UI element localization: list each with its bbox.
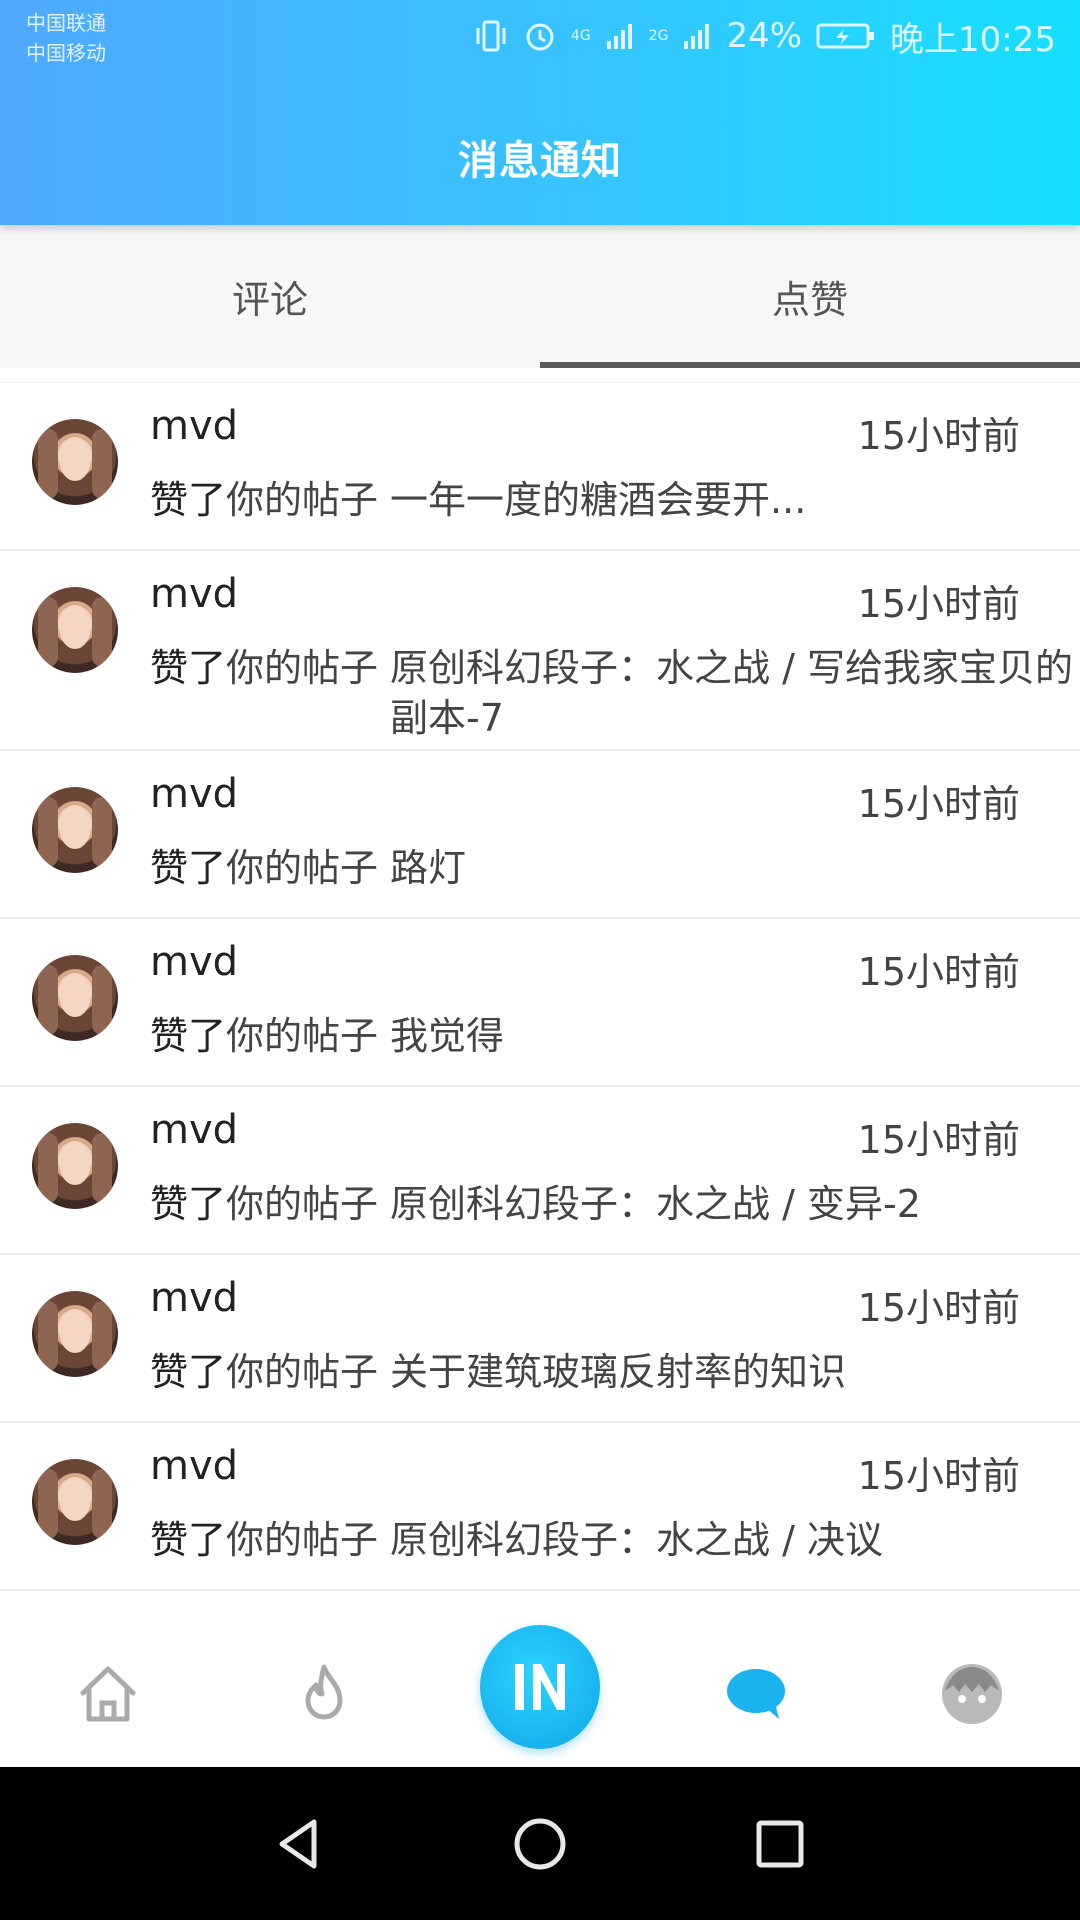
avatar[interactable] [32,587,118,673]
status-icons: 4G 2G 24% 晚上10:25 [473,14,1056,60]
action-verb: 赞了 [150,1182,227,1226]
post-title[interactable]: 一年一度的糖酒会要开... [390,475,1080,525]
clock: 晚上10:25 [890,19,1056,60]
avatar[interactable] [32,1459,118,1545]
timestamp: 15小时前 [857,782,1020,826]
notification-message: 赞了 你的帖子 关于建筑玻璃反射率的知识 [150,1347,1080,1397]
notification-message: 赞了 你的帖子 原创科幻段子：水之战 / 写给我家宝贝的副本-7 [150,643,1080,743]
app-root: 中国联通 中国移动 4G 2G 24% 晚上10:25 消息通知 评论 点赞 m… [0,0,1080,1920]
action-prefix: 你的帖子 [226,846,379,890]
timestamp: 15小时前 [857,1454,1020,1498]
post-title[interactable]: 我觉得 [390,1011,1080,1061]
home-circle-icon[interactable] [510,1814,570,1874]
username[interactable]: mvd [150,1107,238,1153]
avatar[interactable] [32,1123,118,1209]
nav-profile[interactable] [912,1634,1032,1754]
in-logo-icon [515,1663,565,1710]
notification-message: 赞了 你的帖子 一年一度的糖酒会要开... [150,475,1080,525]
action-verb: 赞了 [150,1350,227,1394]
timestamp: 15小时前 [857,414,1020,458]
list-item[interactable]: mvd 15小时前 赞了 你的帖子 原创科幻段子：水之战 / 决议 [0,1423,1080,1591]
username[interactable]: mvd [150,939,238,985]
battery-charging-icon [816,23,875,49]
post-title[interactable]: 原创科幻段子：水之战 / 决议 [390,1515,1080,1565]
notification-message: 赞了 你的帖子 原创科幻段子：水之战 / 变异-2 [150,1179,1080,1229]
notification-message: 赞了 你的帖子 我觉得 [150,1011,1080,1061]
bottom-nav [0,1620,1080,1767]
list-item[interactable]: mvd 15小时前 赞了 你的帖子 我觉得 [0,919,1080,1087]
vibrate-icon [476,20,506,52]
back-icon[interactable] [270,1814,330,1874]
action-prefix: 你的帖子 [226,1518,379,1562]
header: 中国联通 中国移动 4G 2G 24% 晚上10:25 消息通知 [0,0,1080,225]
network-1-label: 4G [570,28,591,44]
notification-message: 赞了 你的帖子 路灯 [150,843,1080,893]
action-prefix: 你的帖子 [226,1350,379,1394]
timestamp: 15小时前 [857,1118,1020,1162]
tab-likes-label: 点赞 [771,278,848,322]
tab-comments[interactable]: 评论 [0,225,540,368]
post-title[interactable]: 原创科幻段子：水之战 / 写给我家宝贝的副本-7 [390,643,1080,743]
timestamp: 15小时前 [857,950,1020,994]
battery-percent: 24% [726,16,803,56]
action-verb: 赞了 [150,646,227,690]
action-verb: 赞了 [150,846,227,890]
timestamp: 15小时前 [857,582,1020,626]
username[interactable]: mvd [150,1443,238,1489]
message-bubble-icon [727,1668,785,1719]
nav-hot[interactable] [264,1634,384,1754]
avatar[interactable] [32,1291,118,1377]
avatar[interactable] [32,955,118,1041]
in-logo-button[interactable] [480,1624,600,1749]
list-item[interactable]: mvd 15小时前 赞了 你的帖子 路灯 [0,751,1080,919]
recents-square-icon[interactable] [750,1814,810,1874]
carrier-info: 中国联通 中国移动 [26,8,106,68]
carrier-2: 中国移动 [26,41,106,65]
system-nav-bar [0,1767,1080,1920]
notification-message: 赞了 你的帖子 原创科幻段子：水之战 / 决议 [150,1515,1080,1565]
action-prefix: 你的帖子 [226,1182,379,1226]
action-verb: 赞了 [150,1014,227,1058]
avatar[interactable] [32,787,118,873]
action-prefix: 你的帖子 [226,646,379,690]
tab-likes[interactable]: 点赞 [540,225,1080,368]
home-icon [80,1666,136,1721]
status-bar: 中国联通 中国移动 4G 2G 24% 晚上10:25 [0,0,1080,72]
action-verb: 赞了 [150,1518,227,1562]
list-item[interactable]: mvd 15小时前 赞了 你的帖子 原创科幻段子：水之战 / 变异-2 [0,1087,1080,1255]
username[interactable]: mvd [150,771,238,817]
carrier-1: 中国联通 [26,11,106,35]
signal-2-icon [684,24,710,49]
timestamp: 15小时前 [857,1286,1020,1330]
page-title: 消息通知 [458,138,622,184]
avatar[interactable] [32,419,118,505]
username[interactable]: mvd [150,403,238,449]
list-item[interactable]: mvd 15小时前 赞了 你的帖子 原创科幻段子：水之战 / 写给我家宝贝的副本… [0,551,1080,751]
post-title[interactable]: 路灯 [390,843,1080,893]
post-title[interactable]: 关于建筑玻璃反射率的知识 [390,1347,1080,1397]
tab-comments-label: 评论 [231,278,308,322]
action-verb: 赞了 [150,478,227,522]
notification-list[interactable]: mvd 15小时前 赞了 你的帖子 一年一度的糖酒会要开... mvd 15小时… [0,382,1080,1620]
action-prefix: 你的帖子 [226,1014,379,1058]
network-2-label: 2G [648,28,669,44]
alarm-icon [526,23,554,51]
signal-1-icon [606,24,632,49]
list-item[interactable]: mvd 15小时前 赞了 你的帖子 关于建筑玻璃反射率的知识 [0,1255,1080,1423]
profile-face-icon [942,1663,1002,1724]
nav-center[interactable] [480,1624,600,1754]
nav-home[interactable] [48,1634,168,1754]
username[interactable]: mvd [150,571,238,617]
action-prefix: 你的帖子 [226,478,379,522]
username[interactable]: mvd [150,1275,238,1321]
fire-icon [305,1664,343,1719]
post-title[interactable]: 原创科幻段子：水之战 / 变异-2 [390,1179,1080,1229]
list-item[interactable]: mvd 15小时前 赞了 你的帖子 一年一度的糖酒会要开... [0,383,1080,551]
tab-bar: 评论 点赞 [0,225,1080,368]
nav-messages[interactable] [696,1634,816,1754]
